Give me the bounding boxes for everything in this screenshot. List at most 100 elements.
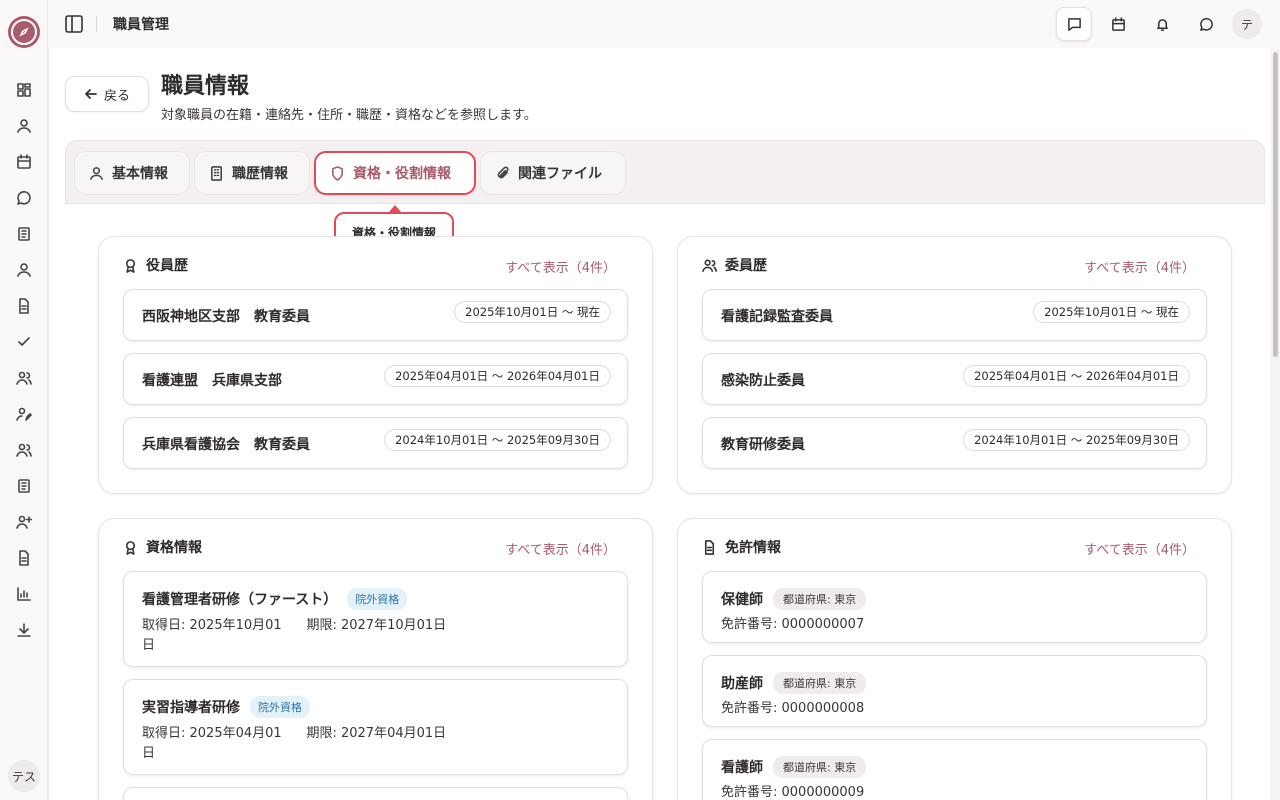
qualification-item[interactable]: [123, 787, 628, 800]
arrow-left-icon: [85, 89, 97, 99]
calendar-icon[interactable]: [14, 152, 34, 172]
tab-basic-info[interactable]: 基本情報: [74, 151, 190, 195]
bell-icon: [1156, 18, 1168, 31]
qualification-name: 看護管理者研修（ファースト）: [142, 592, 338, 608]
license-item[interactable]: 保健師 都道府県: 東京 免許番号: 0000000007: [702, 571, 1207, 643]
period-badge: 2025年04月01日 〜 2026年04月01日: [963, 365, 1190, 387]
tab-qualification-role[interactable]: 資格・役割情報: [314, 151, 476, 195]
date-wrap: 日: [142, 746, 156, 761]
period-badge: 2024年10月01日 〜 2025年09月30日: [384, 429, 611, 451]
users-icon: [702, 259, 717, 272]
license-name: 看護師: [721, 760, 763, 776]
chat-icon[interactable]: [14, 188, 34, 208]
user-icon[interactable]: [14, 116, 34, 136]
committee-item[interactable]: 教育研修委員 2024年10月01日 〜 2025年09月30日: [702, 417, 1207, 469]
user-plus-icon[interactable]: [14, 512, 34, 532]
divider: [96, 16, 97, 32]
period-badge: 2025年04月01日 〜 2026年04月01日: [384, 365, 611, 387]
file-text-icon[interactable]: [14, 548, 34, 568]
qualification-type-badge: 院外資格: [250, 696, 310, 718]
page-description: 対象職員の在籍・連絡先・住所・職歴・資格などを参照します。: [161, 108, 537, 123]
license-number: 免許番号: 0000000009: [721, 785, 865, 800]
bar-chart-icon[interactable]: [14, 584, 34, 604]
page-title: 職員情報: [161, 74, 250, 99]
person-icon[interactable]: [14, 260, 34, 280]
committee-history-header: 委員歴: [702, 255, 767, 275]
officer-item[interactable]: 兵庫県看護協会 教育委員 2024年10月01日 〜 2025年09月30日: [123, 417, 628, 469]
dashboard-icon[interactable]: [14, 80, 34, 100]
officer-show-all-link[interactable]: すべて表示（4件）: [505, 257, 616, 276]
expiry-date: 期限: 2027年10月01日: [306, 618, 447, 633]
feedback-button[interactable]: [1056, 7, 1092, 41]
tab-bar: 基本情報 職歴情報 資格・役割情報 関連ファイル: [65, 140, 1265, 204]
account-avatar[interactable]: テ: [1232, 9, 1262, 39]
prefecture-badge: 都道府県: 東京: [773, 672, 867, 694]
committee-show-all-link[interactable]: すべて表示（4件）: [1084, 257, 1195, 276]
notebook-icon[interactable]: [14, 224, 34, 244]
main-panel: 戻る 職員情報 対象職員の在籍・連絡先・住所・職歴・資格などを参照します。 基本…: [48, 48, 1270, 800]
message-square-icon: [1067, 17, 1081, 31]
calendar-button[interactable]: [1102, 8, 1134, 40]
list-icon[interactable]: [14, 476, 34, 496]
license-item[interactable]: 看護師 都道府県: 東京 免許番号: 0000000009: [702, 739, 1207, 800]
tab-career-info[interactable]: 職歴情報: [194, 151, 310, 195]
download-icon[interactable]: [14, 620, 34, 640]
document-icon[interactable]: [14, 296, 34, 316]
chat-icon: [1199, 17, 1213, 31]
license-item[interactable]: 助産師 都道府県: 東京 免許番号: 0000000008: [702, 655, 1207, 727]
committee-item[interactable]: 感染防止委員 2025年04月01日 〜 2026年04月01日: [702, 353, 1207, 405]
sidebar-toggle-icon[interactable]: [64, 14, 84, 34]
license-name: 助産師: [721, 676, 763, 692]
officer-item[interactable]: 西阪神地区支部 教育委員 2025年10月01日 〜 現在: [123, 289, 628, 341]
qualification-name: 実習指導者研修: [142, 700, 240, 716]
period-badge: 2025年10月01日 〜 現在: [454, 301, 611, 323]
qualification-section: 資格情報 すべて表示（4件） 看護管理者研修（ファースト） 院外資格 取得日: …: [98, 518, 653, 800]
award-icon: [125, 258, 136, 273]
back-button[interactable]: 戻る: [65, 76, 149, 112]
period-badge: 2025年10月01日 〜 現在: [1033, 301, 1190, 323]
chat-button[interactable]: [1190, 8, 1222, 40]
user-icon: [90, 166, 103, 180]
officer-history-header: 役員歴: [123, 255, 188, 275]
prefecture-badge: 都道府県: 東京: [773, 756, 867, 778]
license-header: 免許情報: [702, 537, 781, 557]
qualification-show-all-link[interactable]: すべて表示（4件）: [505, 539, 616, 558]
acquired-date: 取得日: 2025年04月01: [142, 726, 282, 741]
officer-history-section: 役員歴 すべて表示（4件） 西阪神地区支部 教育委員 2025年10月01日 〜…: [98, 236, 653, 494]
qualification-item[interactable]: 看護管理者研修（ファースト） 院外資格 取得日: 2025年10月01 期限: …: [123, 571, 628, 667]
expiry-date: 期限: 2027年04月01日: [306, 726, 447, 741]
file-text-icon: [704, 539, 715, 555]
license-show-all-link[interactable]: すべて表示（4件）: [1084, 539, 1195, 558]
committee-item[interactable]: 看護記録監査委員 2025年10月01日 〜 現在: [702, 289, 1207, 341]
scrollbar-thumb[interactable]: [1273, 52, 1278, 357]
qualification-header: 資格情報: [123, 537, 202, 557]
notifications-button[interactable]: [1146, 8, 1178, 40]
license-number: 免許番号: 0000000007: [721, 617, 865, 632]
tooltip-arrow: [389, 205, 401, 212]
qualification-type-badge: 院外資格: [347, 588, 408, 610]
officer-item[interactable]: 看護連盟 兵庫県支部 2025年04月01日 〜 2026年04月01日: [123, 353, 628, 405]
users-icon[interactable]: [14, 368, 34, 388]
committee-history-section: 委員歴 すべて表示（4件） 看護記録監査委員 2025年10月01日 〜 現在 …: [677, 236, 1232, 494]
top-bar: 職員管理 テ: [48, 0, 1280, 48]
calendar-icon: [1111, 16, 1125, 31]
qualification-item[interactable]: 実習指導者研修 院外資格 取得日: 2025年04月01 期限: 2027年04…: [123, 679, 628, 775]
back-label: 戻る: [103, 88, 130, 104]
user-edit-icon[interactable]: [14, 404, 34, 424]
left-rail: テス: [0, 0, 48, 800]
license-section: 免許情報 すべて表示（4件） 保健師 都道府県: 東京 免許番号: 000000…: [677, 518, 1232, 800]
acquired-date: 取得日: 2025年10月01: [142, 618, 282, 633]
app-logo[interactable]: [8, 16, 40, 48]
license-name: 保健師: [721, 592, 763, 608]
scrollbar[interactable]: [1271, 48, 1280, 800]
paperclip-icon: [497, 166, 509, 178]
building-icon: [211, 165, 222, 181]
app-title: 職員管理: [113, 17, 169, 33]
check-icon[interactable]: [14, 332, 34, 352]
prefecture-badge: 都道府県: 東京: [773, 588, 867, 610]
tab-related-files[interactable]: 関連ファイル: [480, 151, 626, 195]
shield-icon: [332, 165, 343, 181]
period-badge: 2024年10月01日 〜 2025年09月30日: [963, 429, 1190, 451]
user-avatar[interactable]: テス: [8, 760, 40, 792]
group-icon[interactable]: [14, 440, 34, 460]
